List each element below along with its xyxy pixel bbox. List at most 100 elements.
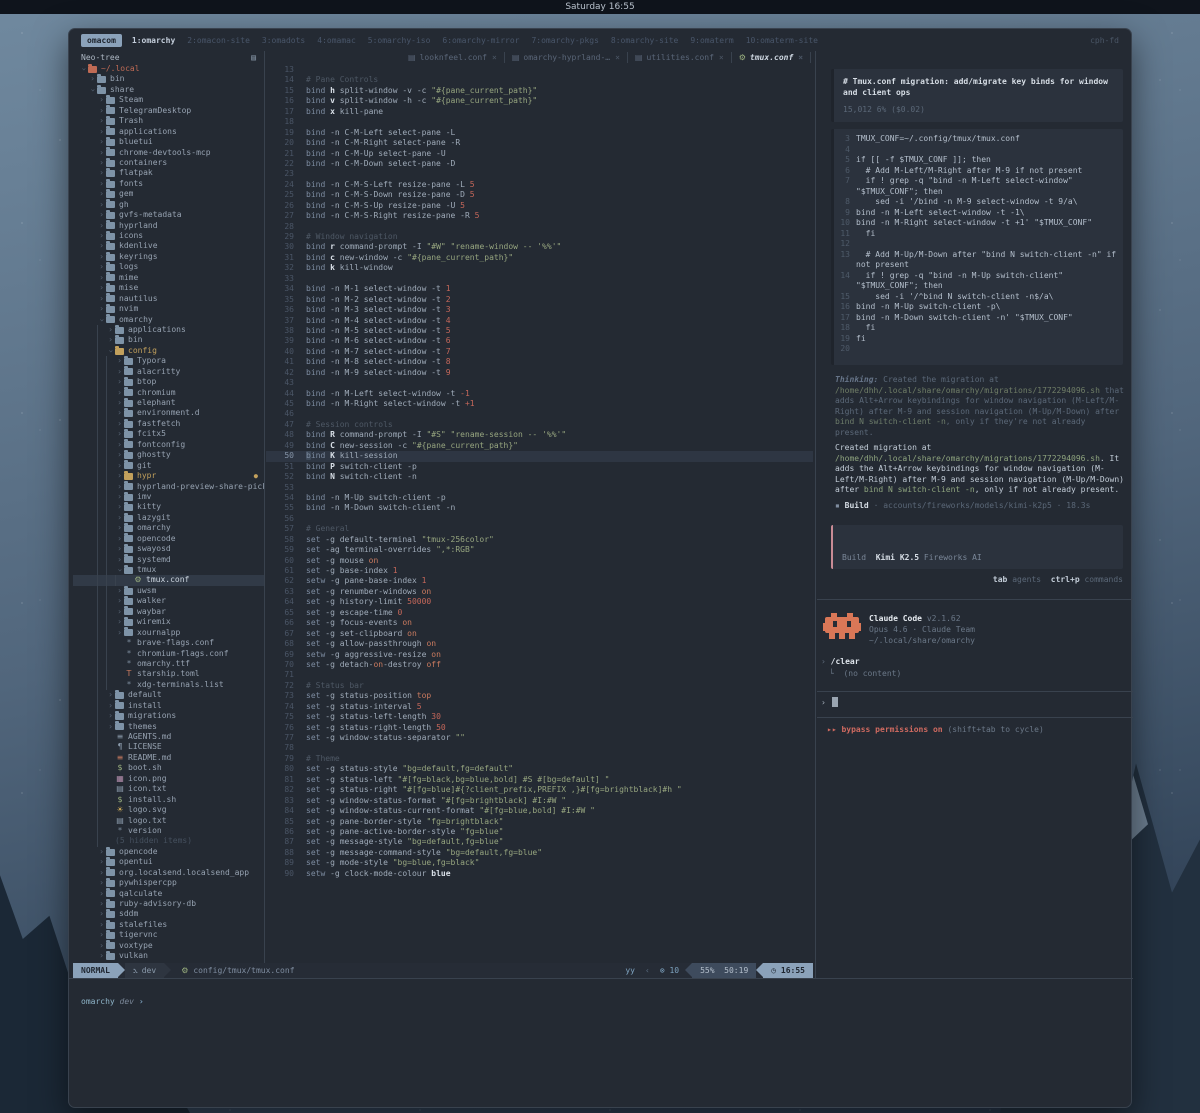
chevron-right-icon[interactable]: › (97, 179, 106, 189)
neotree-split-border[interactable] (264, 51, 265, 978)
chevron-right-icon[interactable]: › (97, 889, 106, 899)
chevron-right-icon[interactable]: › (97, 158, 106, 168)
tree-item-omarchy.ttf[interactable]: * omarchy.ttf (73, 658, 264, 670)
editor-line-86[interactable]: 86 set -g pane-active-border-style "fg=bl… (266, 827, 813, 837)
tree-item-~/.local[interactable]: › ~/.local (73, 64, 264, 74)
pane-border-right-split[interactable] (817, 599, 1133, 600)
editor-line-88[interactable]: 88 set -g message-command-style "bg=defau… (266, 848, 813, 858)
editor-line-16[interactable]: 16 bind v split-window -h -c "#{pane_curr… (266, 96, 813, 106)
tmux-window-8:omarchy-site[interactable]: 8:omarchy-site (611, 36, 678, 45)
opencode-prompt-input[interactable]: Build Kimi K2.5 Fireworks AI (831, 525, 1123, 569)
editor-line-87[interactable]: 87 set -g message-style "bg=default,fg=bl… (266, 837, 813, 847)
tree-item-applications[interactable]: › applications (73, 324, 264, 336)
tree-item-tmux[interactable]: › tmux (73, 564, 264, 576)
chevron-right-icon[interactable]: › (115, 607, 124, 617)
chevron-right-icon[interactable]: › (115, 450, 124, 460)
tree-item-imv[interactable]: › imv (73, 491, 264, 503)
tree-item-fontconfig[interactable]: › fontconfig (73, 439, 264, 451)
chevron-right-icon[interactable]: › (97, 189, 106, 199)
tree-item-gvfs-metadata[interactable]: › gvfs-metadata (73, 209, 264, 220)
claude-permissions-banner[interactable]: ▸▸ bypass permissions on (shift+tab to c… (827, 725, 1044, 734)
editor-line-79[interactable]: 79 # Theme (266, 754, 813, 764)
editor-line-26[interactable]: 26 bind -n C-M-S-Up resize-pane -U 5 (266, 201, 813, 211)
editor-line-83[interactable]: 83 set -g window-status-format "#[fg=brig… (266, 796, 813, 806)
tree-item-nvim[interactable]: › nvim (73, 303, 264, 314)
chevron-right-icon[interactable]: › (97, 116, 106, 126)
editor-line-43[interactable]: 43 (266, 378, 813, 388)
tree-item-logo.svg[interactable]: ☀ logo.svg (73, 805, 264, 816)
editor-line-17[interactable]: 17 bind x kill-pane (266, 107, 813, 117)
editor-line-69[interactable]: 69 setw -g aggressive-resize on (266, 650, 813, 660)
tree-item-omarchy[interactable]: › omarchy (73, 522, 264, 534)
chevron-right-icon[interactable]: › (115, 596, 124, 606)
editor-line-39[interactable]: 39 bind -n M-6 select-window -t 6 (266, 336, 813, 346)
editor-line-81[interactable]: 81 set -g status-left "#[fg=black,bg=blue… (266, 775, 813, 785)
editor-line-76[interactable]: 76 set -g status-right-length 50 (266, 723, 813, 733)
tree-item-voxtype[interactable]: › voxtype (73, 940, 264, 951)
claude-prompt-input[interactable]: › (821, 697, 838, 707)
chevron-right-icon[interactable]: › (97, 262, 106, 272)
editor-line-61[interactable]: 61 set -g base-index 1 (266, 566, 813, 576)
tree-item-pywhispercpp[interactable]: › pywhispercpp (73, 877, 264, 888)
chevron-right-icon[interactable]: › (106, 690, 115, 700)
close-icon[interactable]: × (615, 53, 620, 62)
chevron-right-icon[interactable]: › (106, 722, 115, 732)
close-icon[interactable]: × (798, 53, 803, 62)
chevron-right-icon[interactable]: › (97, 241, 106, 251)
chevron-right-icon[interactable]: › (97, 899, 106, 909)
tree-item-icons[interactable]: › icons (73, 230, 264, 241)
editor-line-50[interactable]: 50 bind K kill-session (266, 451, 813, 462)
chevron-right-icon[interactable]: › (97, 878, 106, 888)
tree-item-hypr[interactable]: › hypr ● (73, 470, 264, 482)
tree-item-kitty[interactable]: › kitty (73, 502, 264, 513)
tree-item-migrations[interactable]: › migrations (73, 710, 264, 722)
editor-line-66[interactable]: 66 set -g focus-events on (266, 618, 813, 628)
editor-line-71[interactable]: 71 (266, 670, 813, 680)
pane-border-vertical[interactable] (815, 51, 816, 978)
tree-item-chromium[interactable]: › chromium (73, 387, 264, 398)
chevron-right-icon[interactable]: › (115, 523, 124, 533)
tmux-session-badge[interactable]: omacom (81, 33, 122, 47)
editor-line-40[interactable]: 40 bind -n M-7 select-window -t 7 (266, 347, 813, 357)
editor-line-49[interactable]: 49 bind C new-session -c "#{pane_current_… (266, 441, 813, 451)
editor-line-85[interactable]: 85 set -g pane-border-style "fg=brightbla… (266, 817, 813, 827)
chevron-right-icon[interactable]: › (115, 534, 124, 544)
editor-line-89[interactable]: 89 set -g mode-style "bg=blue,fg=black" (266, 858, 813, 868)
tree-item-bluetui[interactable]: › bluetui (73, 136, 264, 147)
tmux-window-1:omarchy[interactable]: 1:omarchy (132, 36, 175, 45)
chevron-right-icon[interactable]: › (97, 294, 106, 304)
editor-line-30[interactable]: 30 bind r command-prompt -I "#W" "rename-… (266, 242, 813, 252)
tree-item-systemd[interactable]: › systemd (73, 554, 264, 565)
editor-line-18[interactable]: 18 (266, 117, 813, 127)
tree-item-icon.png[interactable]: ▦ icon.png (73, 773, 264, 785)
close-icon[interactable]: × (492, 53, 497, 62)
tree-item-gh[interactable]: › gh (73, 199, 264, 210)
tree-item-icon.txt[interactable]: ▤ icon.txt (73, 784, 264, 795)
chevron-right-icon[interactable]: › (97, 210, 106, 220)
chevron-right-icon[interactable]: › (115, 502, 124, 512)
chevron-right-icon[interactable]: › (115, 471, 124, 481)
tree-item-README.md[interactable]: ≡ README.md (73, 752, 264, 764)
tree-item-stalefiles[interactable]: › stalefiles (73, 919, 264, 930)
chevron-right-icon[interactable]: › (115, 367, 124, 377)
chevron-right-icon[interactable]: › (97, 148, 106, 158)
chevron-right-icon[interactable]: › (115, 513, 124, 523)
editor-line-56[interactable]: 56 (266, 514, 813, 524)
chevron-right-icon[interactable]: › (115, 356, 124, 366)
tree-item-waybar[interactable]: › waybar (73, 606, 264, 618)
tree-item-environment.d[interactable]: › environment.d (73, 408, 264, 419)
tree-item-vulkan[interactable]: › vulkan (73, 950, 264, 961)
chevron-right-icon[interactable]: › (115, 419, 124, 429)
editor-line-70[interactable]: 70 set -g detach-on-destroy off (266, 660, 813, 670)
chevron-right-icon[interactable]: › (115, 617, 124, 627)
editor-line-24[interactable]: 24 bind -n C-M-S-Left resize-pane -L 5 (266, 180, 813, 190)
tree-item-mise[interactable]: › mise (73, 282, 264, 293)
tmux-window-10:omaterm-site[interactable]: 10:omaterm-site (746, 36, 818, 45)
tree-item-bin[interactable]: › bin (73, 74, 264, 84)
chevron-right-icon[interactable]: › (106, 711, 115, 721)
editor-line-62[interactable]: 62 setw -g pane-base-index 1 (266, 576, 813, 586)
editor-line-37[interactable]: 37 bind -n M-4 select-window -t 4 (266, 316, 813, 326)
chevron-right-icon[interactable]: › (106, 325, 115, 335)
tree-item-applications[interactable]: › applications (73, 126, 264, 137)
chevron-right-icon[interactable]: › (97, 168, 106, 178)
